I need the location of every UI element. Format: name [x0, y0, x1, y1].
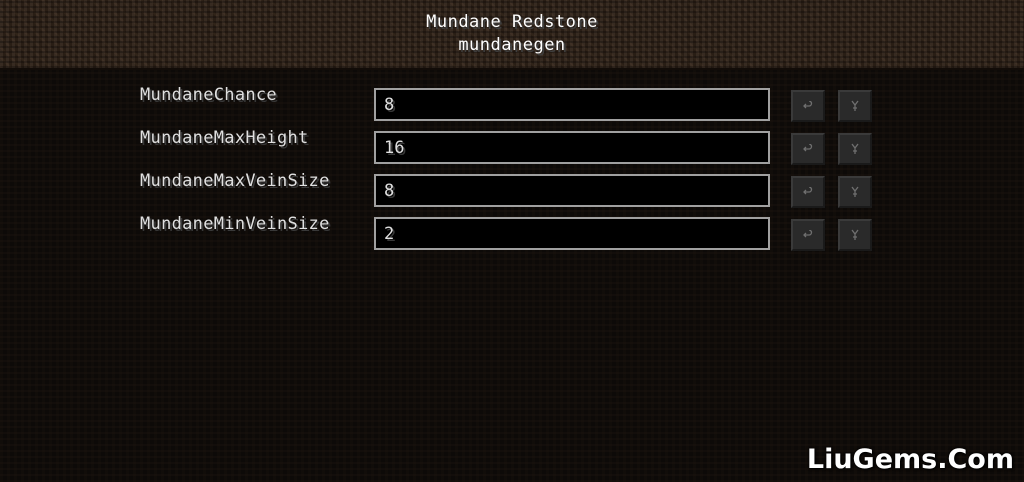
undo-button[interactable] [791, 176, 825, 208]
config-label: MundaneMinVeinSize [140, 214, 330, 234]
config-row-mundane-max-height: MundaneMaxHeight [0, 122, 1024, 165]
config-row-mundane-max-vein-size: MundaneMaxVeinSize [0, 165, 1024, 208]
undo-arrow-icon [803, 187, 813, 197]
reset-default-icon [850, 143, 860, 155]
screen-subtitle: mundanegen [458, 35, 566, 55]
reset-default-icon [850, 186, 860, 198]
config-label: MundaneChance [140, 85, 277, 105]
config-label: MundaneMaxVeinSize [140, 171, 330, 191]
config-label: MundaneMaxHeight [140, 128, 309, 148]
reset-default-button[interactable] [838, 219, 872, 251]
screen-header: Mundane Redstone mundanegen [0, 0, 1024, 70]
config-value-input[interactable] [374, 131, 770, 164]
config-row-mundane-min-vein-size: MundaneMinVeinSize [0, 208, 1024, 251]
reset-default-button[interactable] [838, 90, 872, 122]
reset-default-icon [850, 100, 860, 112]
reset-default-button[interactable] [838, 133, 872, 165]
config-value-input[interactable] [374, 217, 770, 250]
config-entry-list[interactable]: MundaneChance MundaneMaxHeight Munda [0, 70, 1024, 482]
reset-default-icon [850, 229, 860, 241]
config-value-input[interactable] [374, 88, 770, 121]
undo-button[interactable] [791, 133, 825, 165]
watermark: LiuGems.Com [806, 444, 1014, 475]
undo-arrow-icon [803, 101, 813, 111]
undo-button[interactable] [791, 219, 825, 251]
config-row-mundane-chance: MundaneChance [0, 79, 1024, 122]
undo-button[interactable] [791, 90, 825, 122]
undo-arrow-icon [803, 144, 813, 154]
undo-arrow-icon [803, 230, 813, 240]
reset-default-button[interactable] [838, 176, 872, 208]
screen-title: Mundane Redstone [426, 12, 598, 32]
config-value-input[interactable] [374, 174, 770, 207]
